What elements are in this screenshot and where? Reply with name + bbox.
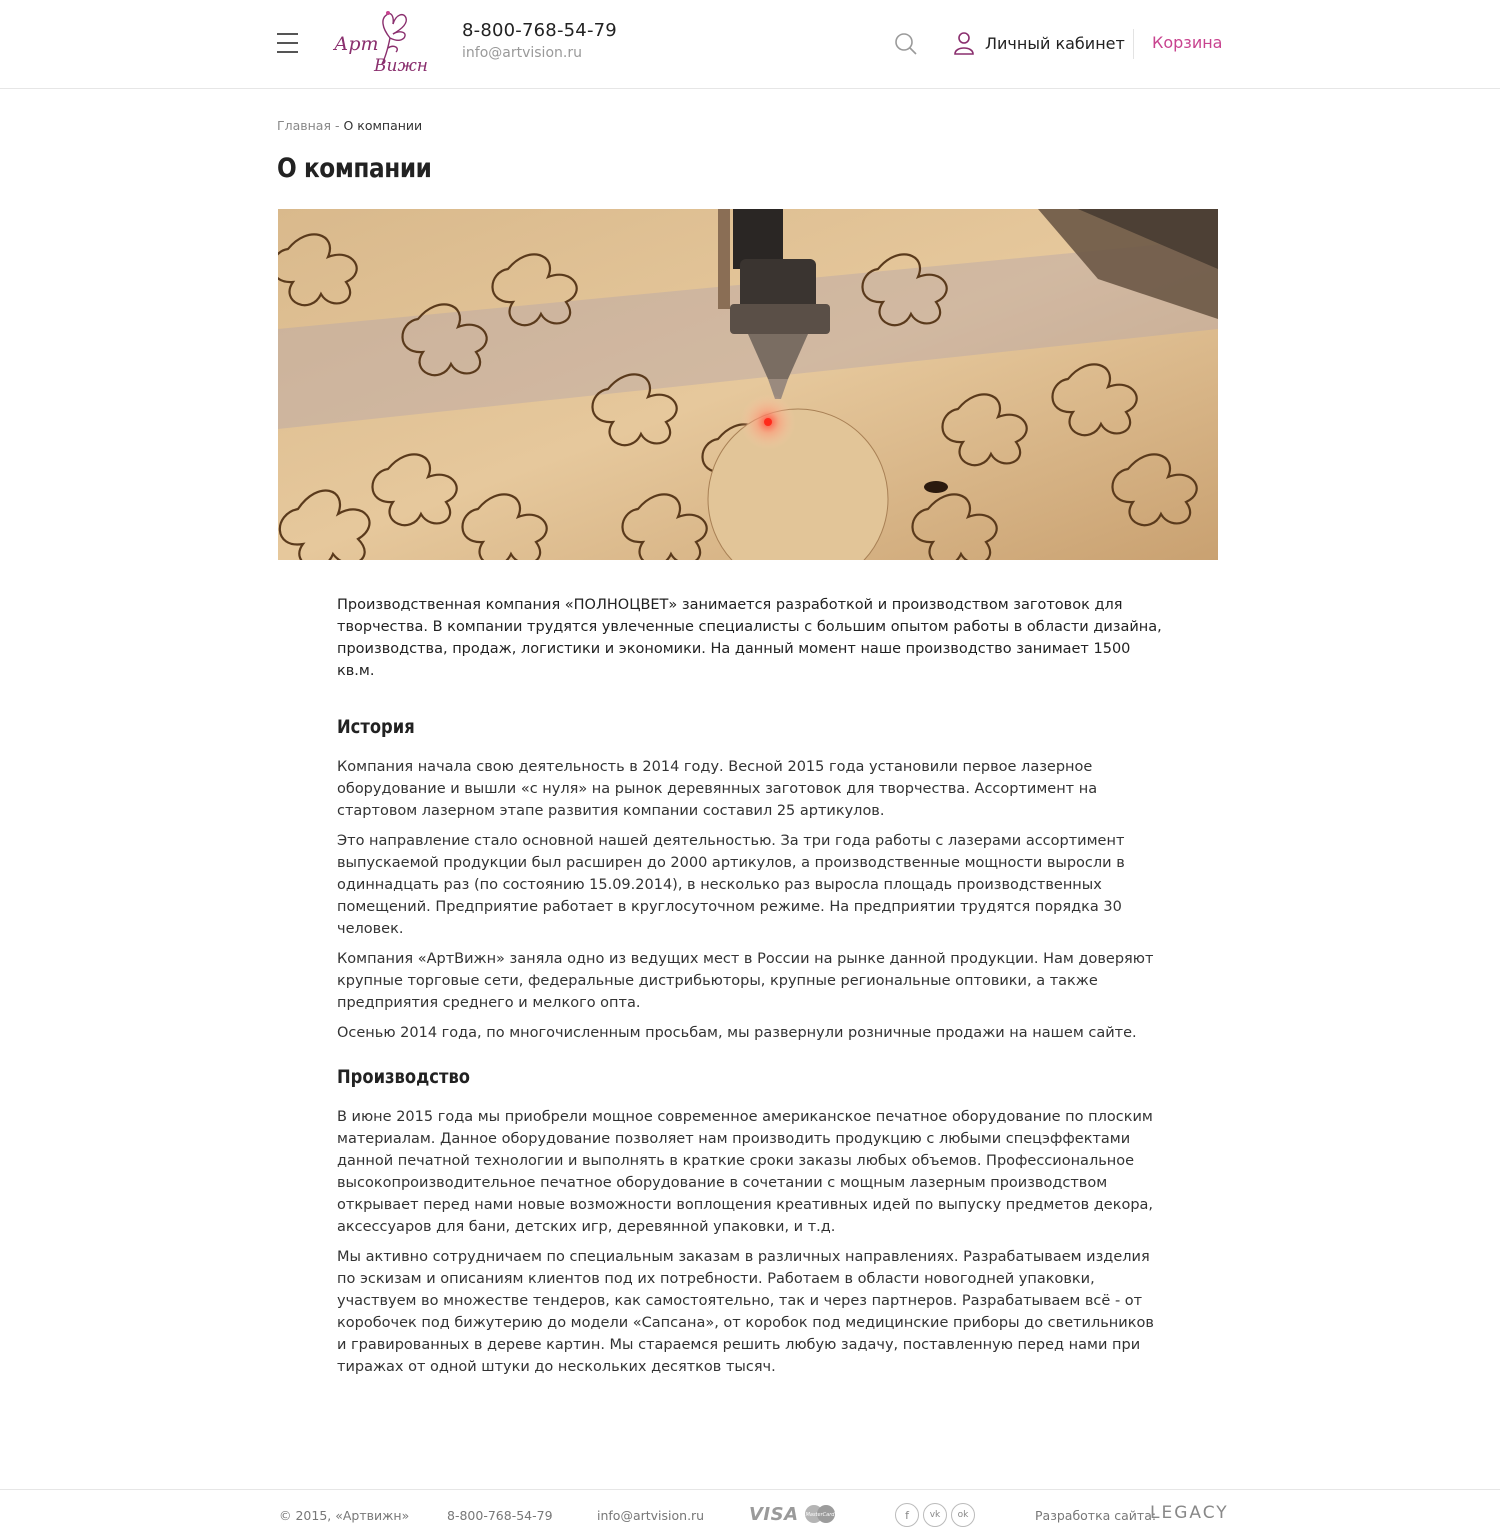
history-paragraph: Осенью 2014 года, по многочисленным прос… <box>337 1025 1137 1041</box>
breadcrumb-current: О компании <box>343 118 423 133</box>
production-paragraph: Мы активно сотрудничаем по специальным з… <box>337 1249 1154 1375</box>
breadcrumb-home[interactable]: Главная <box>277 118 331 133</box>
header-divider <box>1133 29 1134 59</box>
vk-icon[interactable]: vk <box>923 1503 947 1527</box>
hero-image <box>278 209 1218 560</box>
breadcrumb: Главная - О компании <box>277 118 422 133</box>
intro-text: Производственная компания «ПОЛНОЦВЕТ» за… <box>337 597 1162 679</box>
facebook-icon[interactable]: f <box>895 1503 919 1527</box>
production-paragraph: В июне 2015 года мы приобрели мощное сов… <box>337 1109 1154 1235</box>
odnoklassniki-icon[interactable]: ok <box>951 1503 975 1527</box>
header-email[interactable]: info@artvision.ru <box>462 45 582 61</box>
cabinet-label: Личный кабинет <box>985 33 1125 53</box>
history-paragraph: Это направление стало основной нашей дея… <box>337 833 1125 937</box>
page-content: Производственная компания «ПОЛНОЦВЕТ» за… <box>337 594 1167 1386</box>
developer-logo[interactable]: LEGACY <box>1150 1503 1229 1523</box>
visa-logo: VISA <box>749 1504 799 1525</box>
header-phone[interactable]: 8-800-768-54-79 <box>462 20 617 41</box>
search-icon[interactable] <box>894 32 918 56</box>
footer-email[interactable]: info@artvision.ru <box>597 1508 704 1523</box>
history-paragraph: Компания начала свою деятельность в 2014… <box>337 759 1098 819</box>
user-icon <box>954 32 974 55</box>
svg-text:Вижн: Вижн <box>373 56 428 76</box>
footer-phone[interactable]: 8-800-768-54-79 <box>447 1508 553 1523</box>
site-logo[interactable]: Арт Вижн <box>330 8 432 76</box>
svg-text:Арт: Арт <box>332 33 379 55</box>
breadcrumb-separator: - <box>331 118 344 133</box>
svg-text:MasterCard: MasterCard <box>806 1512 836 1518</box>
footer-copyright: © 2015, «Артвижн» <box>279 1508 410 1523</box>
site-footer: © 2015, «Артвижн» 8-800-768-54-79 info@a… <box>0 1489 1500 1540</box>
developer-label: Разработка сайта: <box>1035 1508 1157 1523</box>
menu-icon[interactable] <box>277 33 298 55</box>
site-header: Арт Вижн 8-800-768-54-79 info@artvision.… <box>0 0 1500 89</box>
cabinet-link[interactable]: Личный кабинет <box>953 30 1125 56</box>
page-title: О компании <box>277 153 432 184</box>
history-paragraph: Компания «АртВижн» заняла одно из ведущи… <box>337 951 1154 1011</box>
production-title: Производство <box>337 1066 471 1088</box>
mastercard-logo: MasterCard <box>805 1505 836 1523</box>
history-title: История <box>337 716 415 738</box>
cart-link[interactable]: Корзина <box>1152 33 1222 52</box>
